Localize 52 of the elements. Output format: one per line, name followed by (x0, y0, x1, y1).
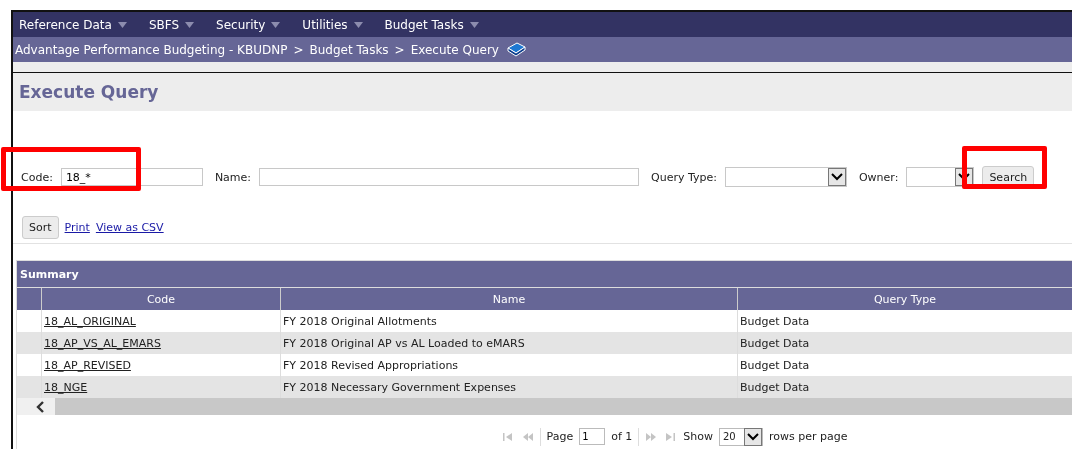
menu-item[interactable]: Budget Tasks (384, 17, 479, 32)
rows-per-page-dropdown[interactable]: 20 (718, 427, 763, 446)
link[interactable]: View as CSV (95, 220, 164, 234)
row-selector[interactable] (17, 332, 42, 354)
book-icon[interactable] (505, 41, 526, 58)
page-number-field[interactable]: 1 (579, 428, 606, 445)
table-cell: Budget Data (740, 314, 810, 328)
page-count: of 1 (611, 430, 633, 443)
caret-icon (185, 21, 195, 28)
table-cell: FY 2018 Revised Appropriations (283, 358, 459, 372)
dropdown-field[interactable] (906, 167, 975, 187)
field-label: Code: (21, 170, 53, 184)
column-header[interactable]: Query Type (737, 288, 1072, 310)
field-label: Query Type: (651, 170, 717, 184)
page-label: Page (546, 430, 574, 443)
code-link[interactable]: 18_AP_REVISED (44, 358, 131, 372)
caret-icon (117, 21, 127, 28)
column-header[interactable]: Name (280, 288, 738, 310)
table-cell: Budget Data (740, 358, 810, 372)
caret-icon (469, 21, 479, 28)
show-label: Show (683, 430, 713, 443)
table-cell: FY 2018 Original Allotments (283, 314, 437, 328)
rows-per-page-label: rows per page (768, 430, 848, 443)
text-field[interactable] (259, 168, 640, 186)
table-cell: Budget Data (740, 336, 810, 350)
code-link[interactable]: 18_NGE (44, 380, 88, 394)
field-label: Owner: (858, 170, 899, 184)
link[interactable]: Print (64, 220, 90, 234)
dropdown-field[interactable] (724, 167, 847, 187)
caret-icon (271, 21, 281, 28)
column-header[interactable]: Code (41, 288, 281, 310)
page-title: Execute Query (19, 82, 159, 102)
breadcrumb-item[interactable]: Budget Tasks (309, 42, 389, 57)
code-link[interactable]: 18_AL_ORIGINAL (44, 314, 136, 328)
menu-item[interactable]: SBFS (148, 17, 195, 32)
table-cell: Budget Data (740, 380, 810, 394)
breadcrumb-separator: > (394, 42, 405, 57)
menu-item[interactable]: Utilities (302, 17, 363, 32)
field-label: Name: (214, 170, 252, 184)
table-cell: FY 2018 Original AP vs AL Loaded to eMARS (283, 336, 525, 350)
breadcrumb-separator: > (293, 42, 304, 57)
breadcrumb-item[interactable]: Advantage Performance Budgeting - KBUDNP (15, 42, 288, 57)
table-cell: FY 2018 Necessary Government Expenses (283, 380, 517, 394)
caret-icon (353, 21, 363, 28)
scroll-left-icon[interactable] (35, 400, 47, 413)
menu-item[interactable]: Reference Data (19, 17, 127, 32)
menu-item[interactable]: Security (216, 17, 281, 32)
text-field[interactable]: 18_* (60, 168, 203, 186)
breadcrumb-item: Execute Query (410, 42, 499, 57)
panel-title: Summary (20, 267, 79, 281)
sort-button[interactable]: Sort (22, 215, 59, 239)
horizontal-scrollbar[interactable] (17, 398, 1072, 415)
